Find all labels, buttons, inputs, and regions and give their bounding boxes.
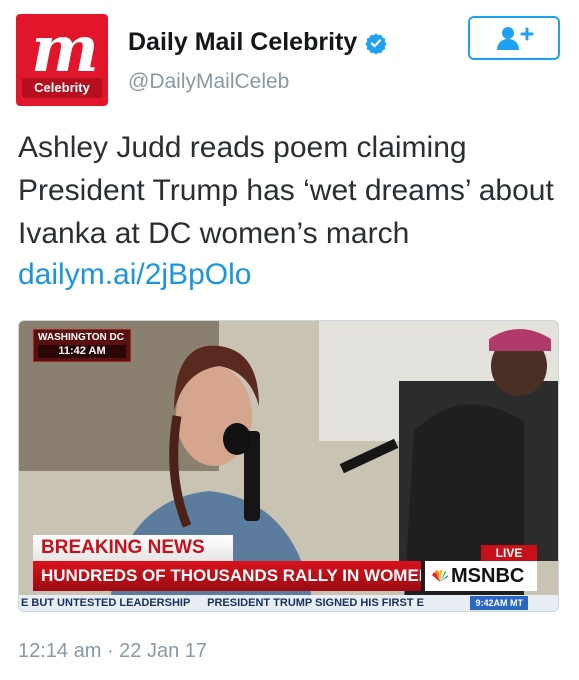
network-name: MSNBC [451,565,525,587]
tweet-media-image[interactable]: WASHINGTON DC 11:42 AM BREAKING NEWS HUN… [18,320,559,612]
live-tag: LIVE [481,545,537,562]
location-label: WASHINGTON DC [38,332,124,343]
account-handle[interactable]: @DailyMailCeleb [128,70,289,94]
ticker-text-2: PRESIDENT TRUMP SIGNED HIS FIRST E [207,597,424,609]
name-row: Daily Mail Celebrity [128,28,387,57]
tweet-text: Ashley Judd reads poem claiming Presiden… [18,131,554,250]
broadcast-time: 11:42 AM [38,345,126,358]
tweet-timestamp[interactable]: 12:14 am · 22 Jan 17 [18,640,207,663]
ticker-clock: 9:42AM MT [470,596,528,610]
headline-bar: HUNDREDS OF THOUSANDS RALLY IN WOMEN'S M… [33,561,421,591]
avatar-badge: Celebrity [22,78,102,98]
add-user-icon [497,27,534,50]
network-logo: MSNBC [425,561,537,591]
ticker-text: E BUT UNTESTED LEADERSHIP [21,597,191,609]
verified-badge-icon [365,32,387,54]
follow-button[interactable] [468,16,560,60]
avatar-logo-mark: m [31,14,99,87]
breaking-news-text: BREAKING NEWS [41,537,205,558]
breaking-news-label: BREAKING NEWS [33,535,233,561]
avatar[interactable]: m Celebrity [16,14,108,106]
display-name[interactable]: Daily Mail Celebrity [128,28,357,57]
tweet-header: m Celebrity Daily Mail Celebrity @DailyM… [16,14,566,106]
peacock-icon [432,569,448,582]
tweet-link[interactable]: dailym.ai/2jBpOlo [18,255,251,295]
location-box: WASHINGTON DC 11:42 AM [33,329,131,362]
news-ticker: E BUT UNTESTED LEADERSHIP PRESIDENT TRUM… [19,595,558,611]
